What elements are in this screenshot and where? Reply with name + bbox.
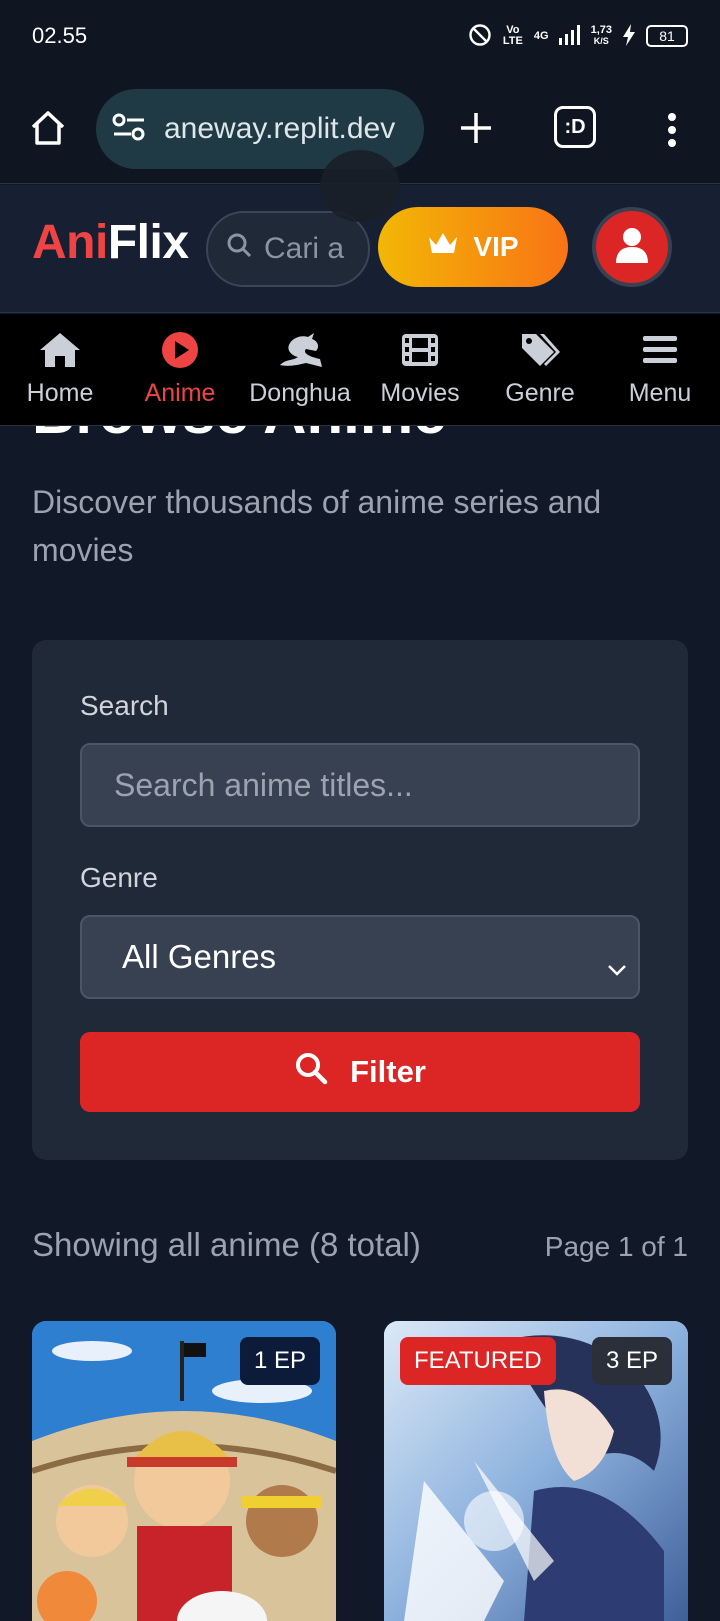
filter-card: Search Search anime titles... Genre All … [32,640,688,1160]
results-count: Showing all anime (8 total) [32,1226,421,1263]
nav-item-donghua[interactable]: Donghua [245,331,355,408]
anime-card[interactable]: 1 EP [32,1321,336,1621]
menu-icon [643,331,677,369]
search-input[interactable]: Search anime titles... [80,743,640,827]
main-nav: Home Anime Donghua Movies Genre Menu [0,314,720,426]
film-icon [401,331,439,369]
chevron-down-icon [606,947,628,985]
tab-switcher-button[interactable]: :D [554,106,596,148]
user-avatar-button[interactable] [592,207,672,287]
pagination-info: Page 1 of 1 [544,1231,688,1262]
net-speed: 1,73 K/S [590,24,612,47]
filter-button[interactable]: Filter [80,1032,640,1112]
charging-icon [622,23,636,49]
home-icon [39,331,81,369]
search-label: Search [80,690,169,721]
results-summary: Showing all anime (8 total) Page 1 of 1 [32,1226,688,1264]
vip-button[interactable]: VIP [378,207,568,287]
header-search-input[interactable]: Cari a [206,211,370,287]
dnd-icon [468,23,492,50]
battery-indicator: 81 [646,25,688,47]
status-icons: Vo LTE 4G 1,73 K/S 81 [468,23,688,50]
page-subtitle: Discover thousands of anime series and m… [32,484,602,568]
more-options-icon[interactable] [654,102,690,158]
floating-overlay-dot [320,150,400,222]
tags-icon [520,331,560,369]
crown-icon [427,231,459,264]
dragon-icon [276,331,324,369]
home-icon[interactable] [26,100,70,156]
episode-badge: 3 EP [591,1337,672,1385]
nav-item-movies[interactable]: Movies [365,331,475,408]
nav-item-menu[interactable]: Menu [605,331,715,408]
user-icon [615,227,649,268]
nav-item-home[interactable]: Home [5,331,115,408]
status-bar: 02.55 Vo LTE 4G 1,73 K/S 81 [0,0,720,72]
play-circle-icon [161,331,199,369]
anime-card[interactable]: FEATURED 3 EP [384,1321,688,1621]
nav-item-genre[interactable]: Genre [485,331,595,408]
status-time: 02.55 [32,23,88,48]
search-icon [294,1051,328,1093]
search-icon [226,232,252,266]
signal-icon [558,24,581,48]
nav-item-anime[interactable]: Anime [125,331,235,408]
site-logo[interactable]: AniFlix [32,215,189,270]
featured-badge: FEATURED [400,1337,556,1385]
genre-label: Genre [80,862,158,893]
url-text: aneway.replit.dev [164,112,396,145]
network-type: 4G [533,29,549,42]
volte-indicator: Vo LTE [502,24,523,47]
episode-badge: 1 EP [239,1337,320,1385]
genre-select[interactable]: All Genres [80,915,640,999]
site-settings-icon[interactable] [112,112,146,147]
new-tab-icon[interactable] [452,100,500,156]
